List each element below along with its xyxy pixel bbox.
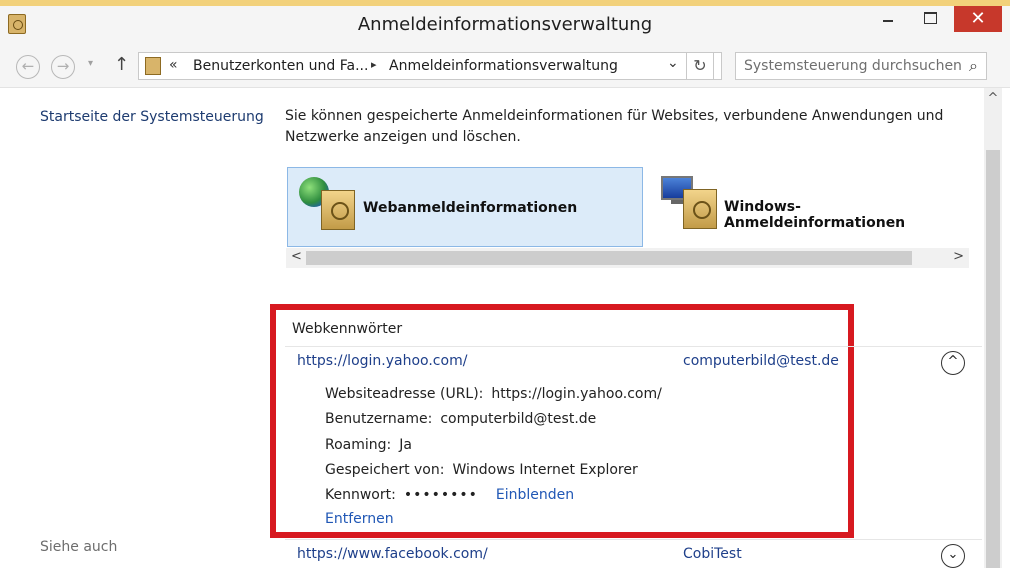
entry-url-yahoo[interactable]: https://login.yahoo.com/: [297, 353, 467, 369]
detail-url-row: Websiteadresse (URL): https://login.yahoo…: [325, 386, 662, 402]
horizontal-scroll-thumb[interactable]: [306, 251, 912, 265]
expand-entry-button[interactable]: ⌄: [941, 544, 965, 568]
search-icon[interactable]: ⌕: [969, 56, 978, 76]
control-panel-home-link[interactable]: Startseite der Systemsteuerung: [40, 109, 264, 125]
windows-credentials-label: Windows-Anmeldeinformationen: [724, 199, 906, 231]
address-dropdown-icon[interactable]: ⌄: [667, 55, 679, 71]
intro-text: Sie können gespeicherte Anmeldeinformati…: [285, 108, 944, 145]
scroll-up-icon[interactable]: ^: [984, 91, 1002, 106]
see-also-heading: Siehe auch: [40, 539, 118, 555]
address-folder-icon: [145, 57, 161, 75]
entry-user-yahoo[interactable]: computerbild@test.de: [683, 353, 839, 369]
forward-button[interactable]: →: [51, 55, 75, 79]
scroll-right-icon[interactable]: >: [953, 249, 964, 264]
entry-divider: [285, 539, 982, 540]
breadcrumb-user-accounts[interactable]: Benutzerkonten und Fa...: [193, 58, 368, 74]
recent-locations-icon[interactable]: ▾: [88, 58, 93, 69]
detail-roaming-label: Roaming:: [325, 437, 392, 453]
entry-divider: [285, 346, 982, 347]
refresh-button[interactable]: ↻: [686, 52, 714, 80]
safe-icon: [683, 189, 717, 229]
detail-saved-by-label: Gespeichert von:: [325, 462, 445, 478]
entry-url-facebook[interactable]: https://www.facebook.com/: [297, 546, 488, 562]
scroll-left-icon[interactable]: <: [291, 249, 302, 264]
breadcrumb-separator-icon[interactable]: ▸: [371, 58, 377, 71]
navigation-bar: ← → ▾ ↑ « Benutzerkonten und Fa... ▸ Anm…: [0, 44, 1010, 88]
safe-icon: [321, 190, 355, 230]
web-passwords-heading: Webkennwörter: [292, 321, 403, 337]
detail-username-label: Benutzername:: [325, 411, 433, 427]
breadcrumb-credential-manager[interactable]: Anmeldeinformationsverwaltung: [389, 58, 618, 74]
maximize-button[interactable]: [912, 6, 948, 32]
window-title: Anmeldeinformationsverwaltung: [357, 14, 653, 35]
entry-user-facebook[interactable]: CobiTest: [683, 546, 742, 562]
windows-credentials-tile[interactable]: Windows-Anmeldeinformationen: [657, 167, 977, 247]
detail-password-label: Kennwort:: [325, 487, 396, 503]
password-mask: ••••••••: [403, 487, 478, 503]
detail-username-row: Benutzername: computerbild@test.de: [325, 411, 596, 427]
detail-saved-by-row: Gespeichert von: Windows Internet Explore…: [325, 462, 638, 478]
vertical-scrollbar[interactable]: ^: [984, 88, 1002, 568]
detail-url-label: Websiteadresse (URL):: [325, 386, 484, 402]
main-content: Startseite der Systemsteuerung Siehe auc…: [0, 88, 1010, 568]
up-button[interactable]: ↑: [114, 54, 129, 75]
address-bar[interactable]: « Benutzerkonten und Fa... ▸ Anmeldeinfo…: [138, 52, 722, 80]
search-input[interactable]: Systemsteuerung durchsuchen ⌕: [735, 52, 987, 80]
detail-roaming-value: Ja: [399, 437, 412, 453]
search-placeholder: Systemsteuerung durchsuchen: [744, 58, 962, 74]
detail-password-row: Kennwort: •••••••• Einblenden: [325, 487, 574, 503]
horizontal-scrollbar[interactable]: < >: [286, 248, 969, 268]
detail-saved-by-value: Windows Internet Explorer: [452, 462, 638, 478]
title-bar: Anmeldeinformationsverwaltung ✕: [0, 6, 1010, 44]
minimize-button[interactable]: [870, 6, 906, 32]
collapse-entry-button[interactable]: ^: [941, 351, 965, 375]
remove-entry-link[interactable]: Entfernen: [325, 511, 394, 527]
back-button[interactable]: ←: [16, 55, 40, 79]
web-credentials-label: Webanmeldeinformationen: [363, 200, 578, 216]
web-credentials-tile[interactable]: Webanmeldeinformationen: [287, 167, 643, 247]
detail-url-value: https://login.yahoo.com/: [491, 386, 662, 402]
detail-roaming-row: Roaming: Ja: [325, 437, 412, 453]
detail-username-value: computerbild@test.de: [440, 411, 597, 427]
close-button[interactable]: ✕: [954, 6, 1002, 32]
reveal-password-link[interactable]: Einblenden: [496, 487, 574, 503]
breadcrumb-overflow-icon[interactable]: «: [169, 57, 178, 73]
scroll-thumb[interactable]: [986, 150, 1000, 568]
